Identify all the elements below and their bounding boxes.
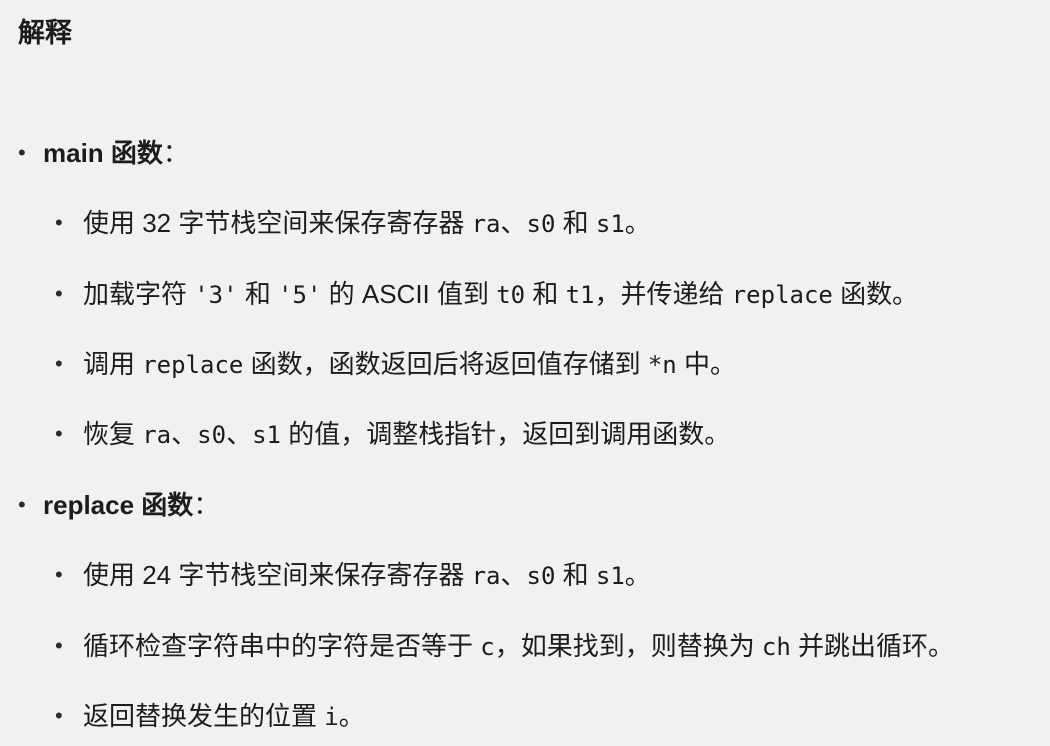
bullet-icon: • xyxy=(55,633,63,658)
inline-code: ra xyxy=(142,421,172,449)
text-span: 使用 32 字节栈空间来保存寄存器 xyxy=(83,208,472,238)
list-item-text: replace 函数： xyxy=(43,487,219,523)
function-name: replace xyxy=(43,490,135,520)
inline-code: '3' xyxy=(194,281,238,309)
colon: ： xyxy=(162,138,189,168)
inline-code: s0 xyxy=(526,562,556,590)
text-span: ，如果找到，则替换为 xyxy=(494,631,762,661)
inline-code: t1 xyxy=(565,281,595,309)
inline-code: ra xyxy=(471,562,501,590)
text-span: 恢复 xyxy=(83,419,143,449)
list-item-text: 使用 32 字节栈空间来保存寄存器 ra、s0 和 s1。 xyxy=(83,205,651,242)
text-span: 和 xyxy=(555,560,596,590)
text-span: 、 xyxy=(171,419,198,449)
bullet-icon: • xyxy=(18,140,26,165)
list-item-text: 加载字符 '3' 和 '5' 的 ASCII 值到 t0 和 t1，并传递给 r… xyxy=(83,276,918,313)
inline-code: s1 xyxy=(252,421,281,449)
text-span: 、 xyxy=(500,560,527,590)
text-span: 的值，调整栈指针，返回到调用函数。 xyxy=(280,419,731,449)
list-item-text: 调用 replace 函数，函数返回后将返回值存储到 *n 中。 xyxy=(83,346,736,383)
inline-code: '5' xyxy=(278,281,322,309)
inline-code: s0 xyxy=(197,421,227,449)
text-span: 并跳出循环。 xyxy=(790,631,955,661)
list-item-text: 恢复 ra、s0、s1 的值，调整栈指针，返回到调用函数。 xyxy=(83,416,730,453)
inline-code: s1 xyxy=(595,562,625,590)
bullet-icon: • xyxy=(55,351,63,376)
inline-code: replace xyxy=(731,281,833,309)
inline-code: *n xyxy=(647,351,677,379)
section-heading: 解释 xyxy=(18,18,72,48)
inline-code: c xyxy=(480,633,495,661)
text-span: 加载字符 xyxy=(83,279,195,309)
inline-code: s0 xyxy=(526,210,556,238)
function-name: main xyxy=(43,138,104,168)
inline-code: ra xyxy=(471,210,501,238)
text-span: 。 xyxy=(624,560,651,590)
list-item-text: 返回替换发生的位置 i。 xyxy=(83,698,365,735)
text-span: 。 xyxy=(624,208,651,238)
inline-code: t0 xyxy=(496,281,526,309)
text-span: 中。 xyxy=(676,349,736,379)
text-span: 和 xyxy=(525,279,566,309)
list-item-text: 使用 24 字节栈空间来保存寄存器 ra、s0 和 s1。 xyxy=(83,557,651,594)
text-span: ，并传递给 xyxy=(594,279,732,309)
text-span: 、 xyxy=(226,419,253,449)
bullet-icon: • xyxy=(55,281,63,306)
bullet-icon: • xyxy=(55,421,63,446)
text-span: 函数。 xyxy=(832,279,919,309)
list-item-text: 循环检查字符串中的字符是否等于 c，如果找到，则替换为 ch 并跳出循环。 xyxy=(83,628,954,665)
colon: ： xyxy=(193,490,220,520)
text-span: 返回替换发生的位置 xyxy=(83,701,325,731)
function-label: 函数 xyxy=(134,490,194,520)
list-item-text: main 函数： xyxy=(43,135,189,171)
text-span: 。 xyxy=(338,701,365,731)
inline-code: s1 xyxy=(595,210,625,238)
text-span: 和 xyxy=(555,208,596,238)
bullet-icon: • xyxy=(55,703,63,728)
text-span: 函数，函数返回后将返回值存储到 xyxy=(243,349,648,379)
function-label: 函数 xyxy=(103,138,163,168)
text-span: 的 ASCII 值到 xyxy=(321,279,497,309)
inline-code: i xyxy=(324,703,339,731)
bullet-icon: • xyxy=(18,492,26,517)
text-span: 和 xyxy=(237,279,279,309)
text-span: 使用 24 字节栈空间来保存寄存器 xyxy=(83,560,472,590)
bullet-icon: • xyxy=(55,562,63,587)
inline-code: ch xyxy=(761,633,791,661)
text-span: 、 xyxy=(500,208,527,238)
text-span: 调用 xyxy=(83,349,143,379)
inline-code: replace xyxy=(142,351,244,379)
bullet-icon: • xyxy=(55,210,63,235)
text-span: 循环检查字符串中的字符是否等于 xyxy=(83,631,481,661)
